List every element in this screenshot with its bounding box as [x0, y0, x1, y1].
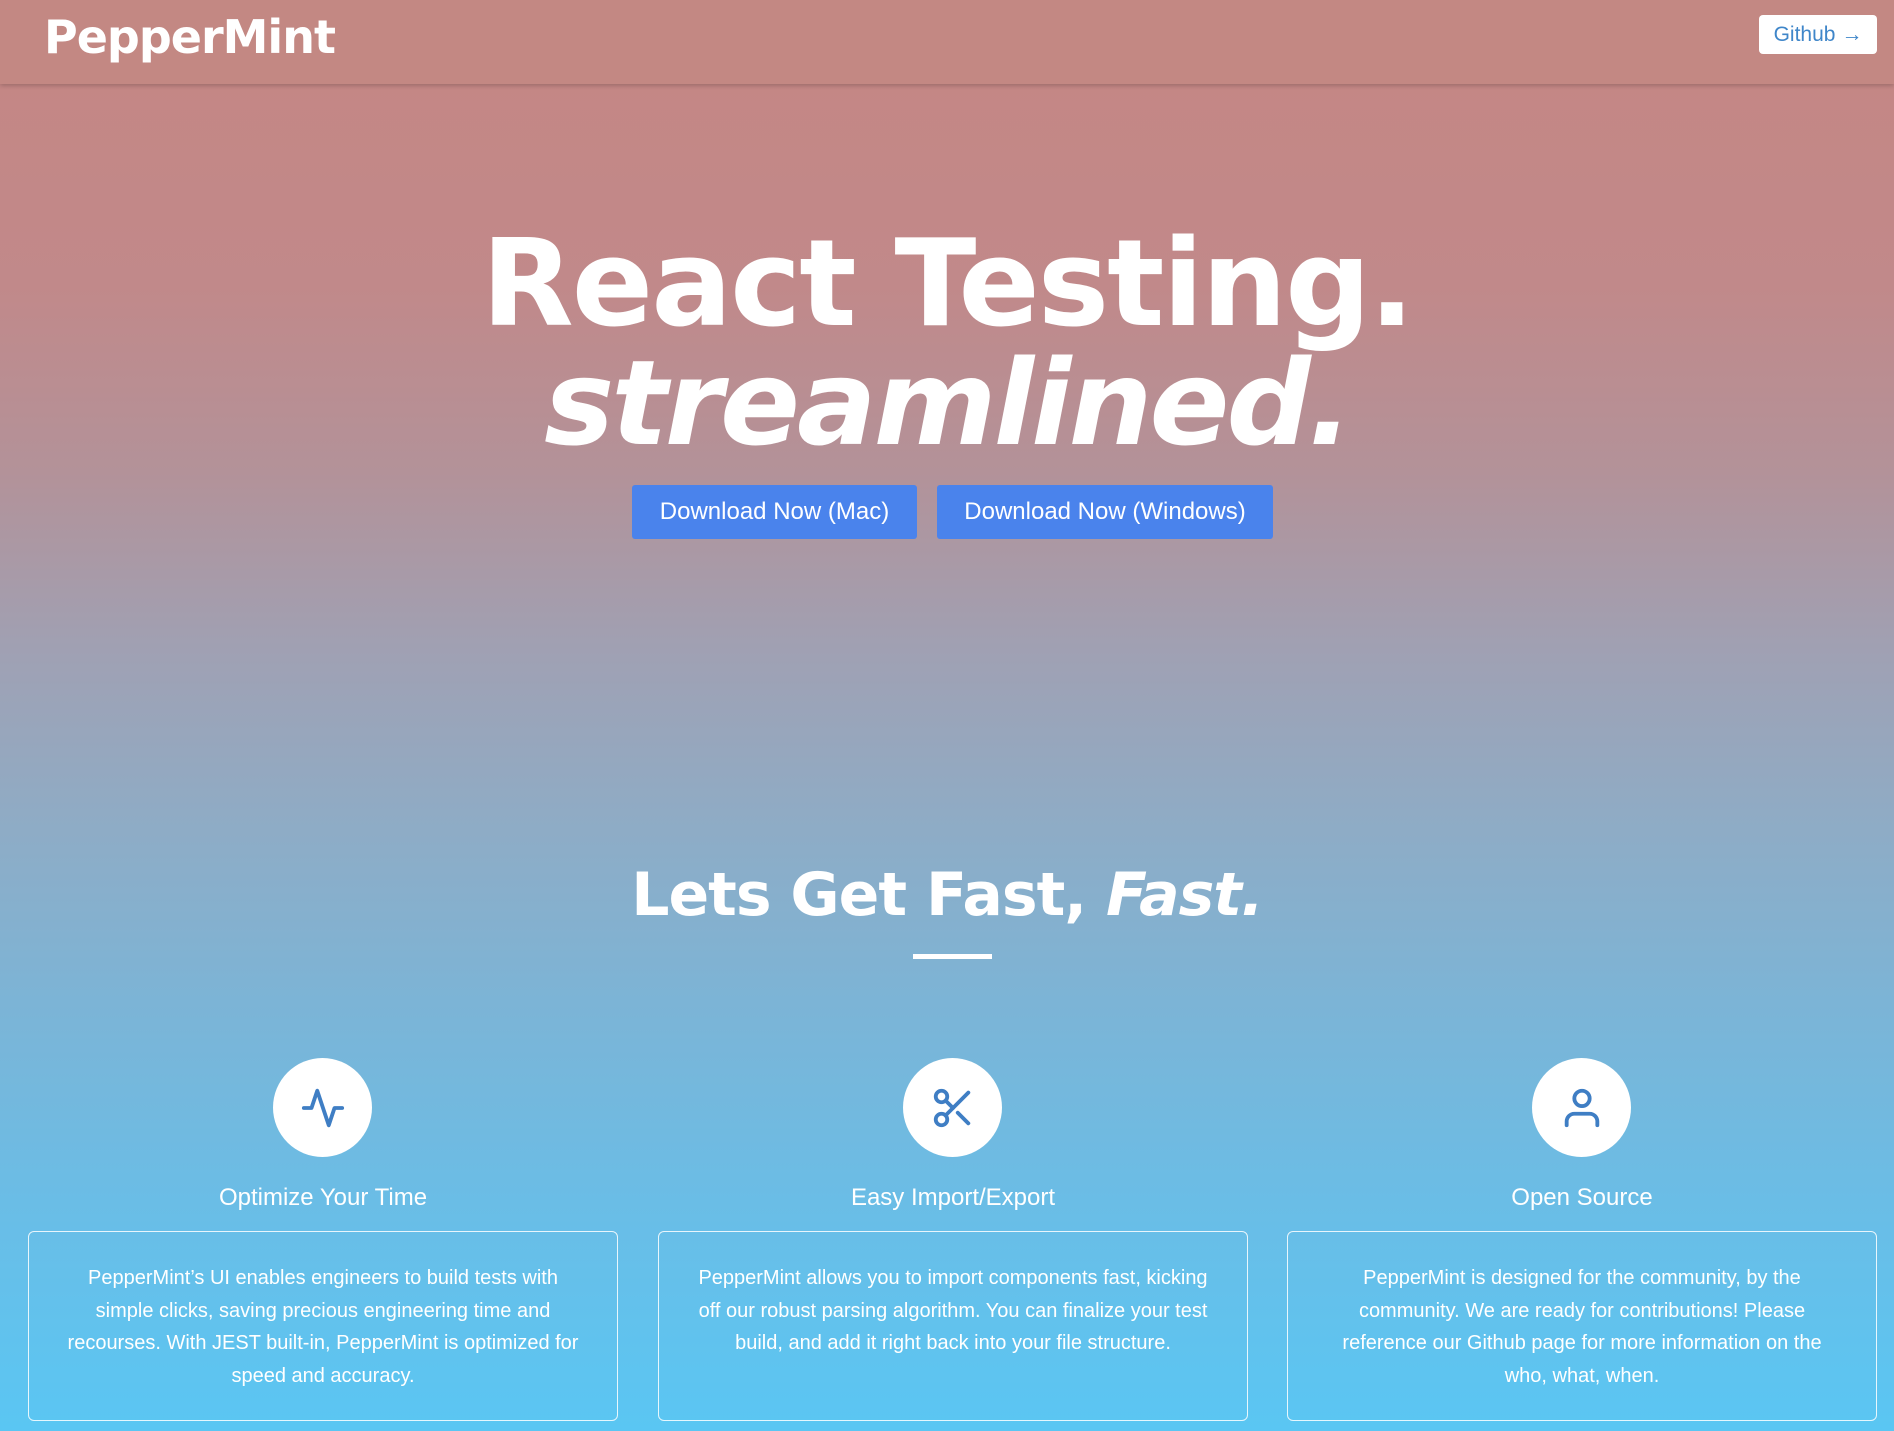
download-windows-button[interactable]: Download Now (Windows) — [937, 485, 1273, 539]
activity-icon — [273, 1058, 372, 1157]
section-title-italic: Fast. — [1105, 860, 1264, 930]
feature-title-import-export: Easy Import/Export — [850, 1184, 1056, 1211]
feature-card-optimize: PepperMint’s UI enables engineers to bui… — [28, 1231, 618, 1421]
section-title: Lets Get Fast, Fast. — [0, 855, 1894, 935]
download-mac-button[interactable]: Download Now (Mac) — [632, 485, 917, 539]
feature-card-import-export: PepperMint allows you to import componen… — [658, 1231, 1248, 1421]
hero-subtitle: streamlined. — [544, 334, 1353, 472]
github-button[interactable]: Github → — [1759, 15, 1877, 54]
github-button-label: Github — [1773, 22, 1836, 46]
scissors-icon — [903, 1058, 1002, 1157]
section-divider — [913, 954, 992, 959]
arrow-right-icon: → — [1841, 22, 1863, 46]
logo[interactable]: PepperMint — [44, 8, 336, 66]
section-title-plain: Lets Get Fast, — [631, 860, 1106, 930]
navbar: PepperMint Github → — [0, 0, 1894, 84]
user-icon — [1532, 1058, 1631, 1157]
feature-title-optimize: Optimize Your Time — [218, 1184, 428, 1211]
feature-card-open-source: PepperMint is designed for the community… — [1287, 1231, 1877, 1421]
feature-title-open-source: Open Source — [1511, 1184, 1653, 1211]
